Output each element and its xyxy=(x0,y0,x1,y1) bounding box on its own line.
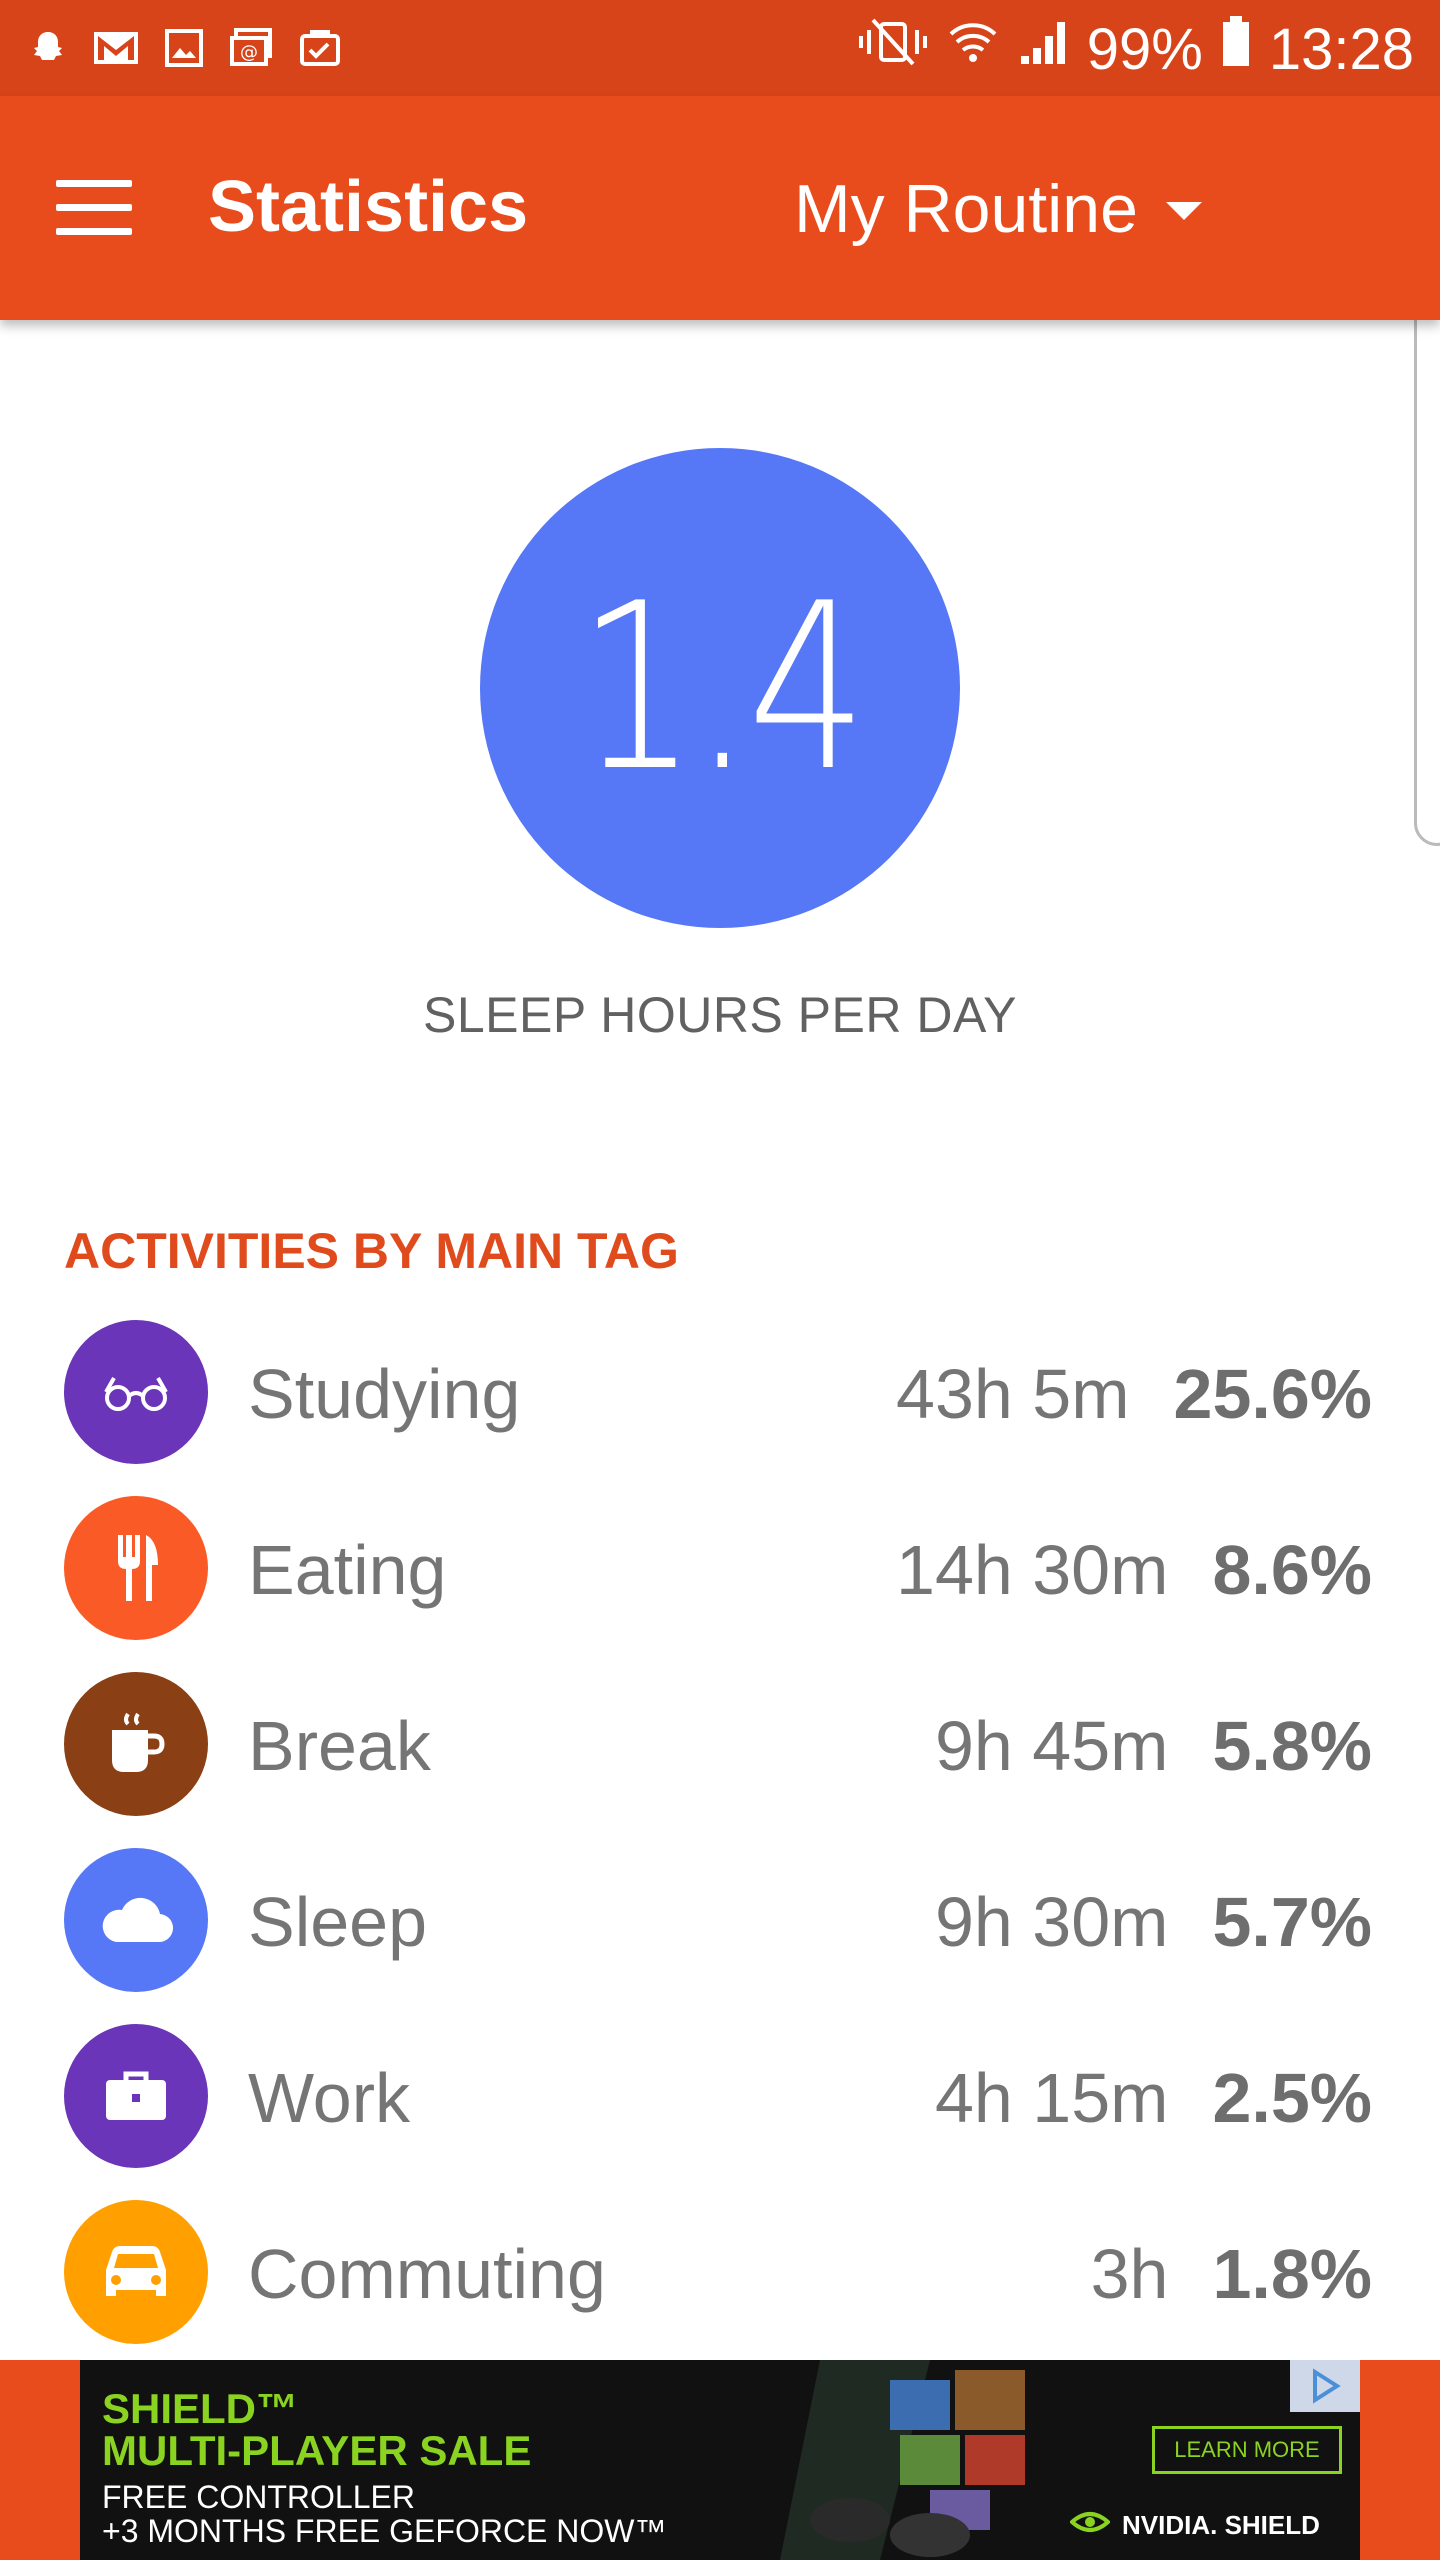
email-icon: @ xyxy=(228,24,276,72)
car-icon xyxy=(64,2200,208,2344)
task-icon xyxy=(296,24,344,72)
learn-more-button[interactable]: LEARN MORE xyxy=(1152,2426,1342,2474)
app-bar: Statistics My Routine xyxy=(0,96,1440,320)
sleep-hours-value: 1.4 xyxy=(577,554,867,822)
activity-name: Sleep xyxy=(248,1883,428,1961)
section-header: ACTIVITIES BY MAIN TAG xyxy=(64,1223,679,1279)
gmail-icon xyxy=(92,24,140,72)
activity-row-work[interactable]: Work 4h 15m 2.5% xyxy=(0,2024,1440,2200)
activity-row-sleep[interactable]: Sleep 9h 30m 5.7% xyxy=(0,1848,1440,2024)
chevron-down-icon xyxy=(1165,202,1202,220)
activity-percent: 5.7% xyxy=(1212,1883,1372,1961)
gallery-icon xyxy=(160,24,208,72)
fork-knife-icon xyxy=(64,1496,208,1640)
notification-icons: @ xyxy=(24,24,344,72)
activity-name: Studying xyxy=(248,1355,521,1433)
activity-percent: 2.5% xyxy=(1212,2059,1372,2137)
activity-name: Work xyxy=(248,2059,411,2137)
ad-headline: SHIELD™ xyxy=(102,2385,299,2432)
routine-dropdown[interactable]: My Routine xyxy=(794,170,1202,248)
battery-percent: 99% xyxy=(1086,16,1203,82)
edge-panel-handle[interactable] xyxy=(1414,260,1440,846)
activity-duration: 3h xyxy=(1090,2235,1169,2313)
activity-percent: 8.6% xyxy=(1212,1531,1372,1609)
cloud-icon xyxy=(64,1848,208,1992)
activity-duration: 9h 45m xyxy=(934,1707,1169,1785)
status-bar: @ 99% 13:28 xyxy=(0,0,1440,96)
snapchat-icon xyxy=(24,24,72,72)
activity-row-studying[interactable]: Studying 43h 5m 25.6% xyxy=(0,1320,1440,1496)
ad-headline-2: MULTI-PLAYER SALE xyxy=(102,2427,532,2474)
ad-line-2: +3 MONTHS FREE GEFORCE NOW™ xyxy=(102,2513,667,2549)
activity-name: Eating xyxy=(248,1531,447,1609)
wifi-icon xyxy=(947,14,999,84)
battery-icon xyxy=(1221,14,1251,84)
activity-name: Break xyxy=(248,1707,431,1785)
vibrate-mute-icon xyxy=(857,14,929,84)
svg-text:@: @ xyxy=(240,42,258,63)
menu-button[interactable] xyxy=(56,180,132,236)
activity-duration: 4h 15m xyxy=(934,2059,1169,2137)
activity-percent: 25.6% xyxy=(1173,1355,1372,1433)
sleep-hours-caption: SLEEP HOURS PER DAY xyxy=(423,987,1017,1043)
activity-percent: 1.8% xyxy=(1212,2235,1372,2313)
signal-icon xyxy=(1017,14,1069,84)
system-status: 99% 13:28 xyxy=(857,14,1414,84)
activity-list: Studying 43h 5m 25.6% Eating 14h 30m 8.6… xyxy=(0,1320,1440,2376)
activity-duration: 43h 5m xyxy=(896,1355,1130,1433)
routine-label: My Routine xyxy=(794,171,1138,247)
glasses-icon xyxy=(64,1320,208,1464)
briefcase-icon xyxy=(64,2024,208,2168)
ad-banner[interactable]: SHIELD™ MULTI-PLAYER SALE FREE CONTROLLE… xyxy=(80,2360,1360,2560)
ad-product-image xyxy=(780,2360,1120,2560)
activity-row-commuting[interactable]: Commuting 3h 1.8% xyxy=(0,2200,1440,2376)
activity-duration: 9h 30m xyxy=(934,1883,1169,1961)
ad-line-1: FREE CONTROLLER xyxy=(102,2479,415,2515)
clock: 13:28 xyxy=(1268,16,1414,82)
adchoices-icon[interactable] xyxy=(1290,2360,1360,2412)
activity-duration: 14h 30m xyxy=(896,1531,1169,1609)
coffee-cup-icon xyxy=(64,1672,208,1816)
ad-brand-text: NVIDIA. SHIELD xyxy=(1122,2510,1320,2540)
hamburger-icon xyxy=(56,180,132,187)
nvidia-eye-icon xyxy=(1068,2510,1112,2541)
activity-row-break[interactable]: Break 9h 45m 5.8% xyxy=(0,1672,1440,1848)
sleep-summary-circle: 1.4 xyxy=(480,448,960,928)
activity-percent: 5.8% xyxy=(1212,1707,1372,1785)
activity-row-eating[interactable]: Eating 14h 30m 8.6% xyxy=(0,1496,1440,1672)
page-title: Statistics xyxy=(208,167,529,247)
activity-name: Commuting xyxy=(248,2235,606,2313)
